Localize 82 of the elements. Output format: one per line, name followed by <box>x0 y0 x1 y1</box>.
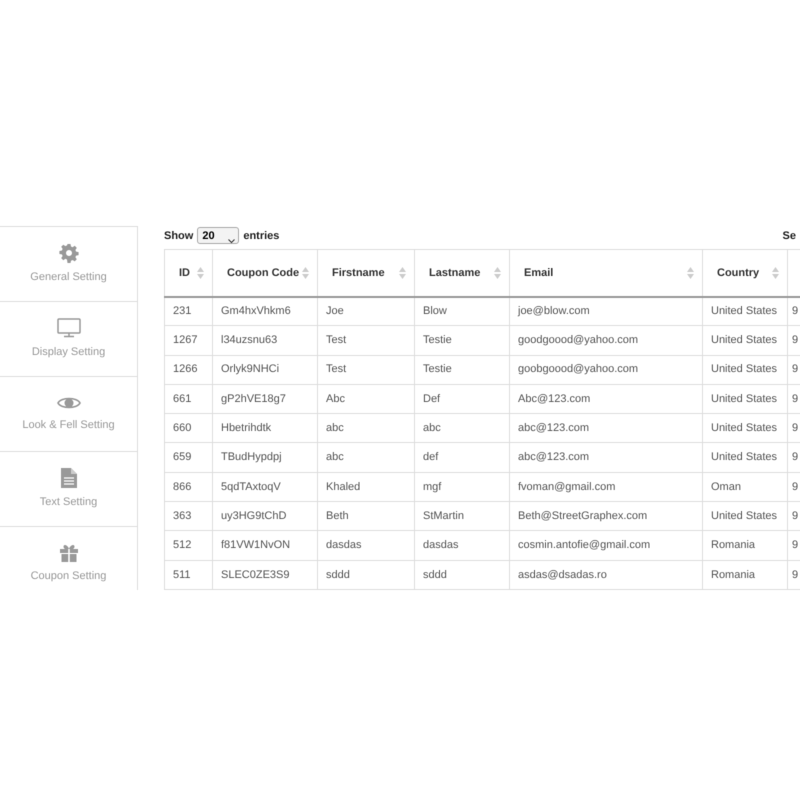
table-cell: fvoman@gmail.com <box>510 472 702 502</box>
column-header[interactable]: ID <box>164 250 212 296</box>
table-cell: abc@123.com <box>510 414 702 443</box>
search-label: Se <box>782 228 796 244</box>
table-cell: dasdas <box>318 530 414 560</box>
table-cell: United States <box>702 414 788 443</box>
table-cell: goobgoood@yahoo.com <box>510 355 702 384</box>
table-cell: asdas@dsadas.ro <box>510 560 702 590</box>
table-cell: 1267 <box>164 326 212 356</box>
table-cell: 5qdTAxtoqV <box>212 472 318 502</box>
table-cell: f81VW1NvON <box>212 530 318 560</box>
column-header[interactable]: Country <box>702 250 788 296</box>
table-cell: abc@123.com <box>510 442 702 472</box>
table-cell: abc <box>414 414 510 443</box>
eye-icon <box>56 394 80 411</box>
monitor-icon <box>56 318 80 338</box>
table-cell: United States <box>702 502 788 531</box>
table-cell: United States <box>702 442 788 472</box>
table-cell: Abc@123.com <box>510 384 702 414</box>
table-cell: Def <box>414 384 510 414</box>
gift-icon <box>58 544 78 562</box>
table-cell: United States <box>702 296 788 326</box>
table-cell: sddd <box>318 560 414 590</box>
table-cell: Romania <box>702 530 788 560</box>
table-cell: abc <box>318 414 414 443</box>
table-cell: Test <box>318 355 414 384</box>
table-cell: Joe <box>318 296 414 326</box>
table-cell: goodgoood@yahoo.com <box>510 326 702 356</box>
table-cell: TBudHypdpj <box>212 442 318 472</box>
column-header[interactable]: Firstname <box>318 250 414 296</box>
table-cell: 511 <box>164 560 212 590</box>
table-cell: Gm4hxVhkm6 <box>212 296 318 326</box>
table-cell: l34uzsnu63 <box>212 326 318 356</box>
table-cell: Beth <box>318 502 414 531</box>
table-cell: sddd <box>414 560 510 590</box>
table-cell: 512 <box>164 530 212 560</box>
sort-icon <box>197 266 204 279</box>
table-cell: Romania <box>702 560 788 590</box>
caret-icon <box>228 238 236 244</box>
entries-select[interactable]: 20 <box>197 227 240 244</box>
table-cell: gP2hVE18g7 <box>212 384 318 414</box>
sort-icon <box>687 266 694 279</box>
table-cell: abc <box>318 442 414 472</box>
table-cell: 661 <box>164 384 212 414</box>
sort-icon <box>399 266 406 279</box>
table-cell: Testie <box>414 326 510 356</box>
table-cell: 866 <box>164 472 212 502</box>
table-cell: 363 <box>164 502 212 531</box>
table-cell: Beth@StreetGraphex.com <box>510 502 702 531</box>
sort-icon <box>772 266 779 279</box>
table-cell: 231 <box>164 296 212 326</box>
table-cell: mgf <box>414 472 510 502</box>
document-icon <box>60 468 76 488</box>
table-cell: def <box>414 442 510 472</box>
entries-label: entries <box>243 228 280 244</box>
table-cell: Hbetrihdtk <box>212 414 318 443</box>
table-cell: United States <box>702 326 788 356</box>
table-cell: SLEC0ZE3S9 <box>212 560 318 590</box>
table-cell: Orlyk9NHCi <box>212 355 318 384</box>
table-cell: 659 <box>164 442 212 472</box>
gear-icon <box>58 242 78 263</box>
column-header[interactable]: Coupon Code <box>212 250 318 296</box>
table-cell: cosmin.antofie@gmail.com <box>510 530 702 560</box>
column-header[interactable]: Lastname <box>414 250 510 296</box>
show-label: Show <box>164 228 194 244</box>
column-header[interactable]: Email <box>510 250 702 296</box>
table-cell: Blow <box>414 296 510 326</box>
table-cell: dasdas <box>414 530 510 560</box>
table-cell: joe@blow.com <box>510 296 702 326</box>
table-cell: United States <box>702 355 788 384</box>
table-cell: Abc <box>318 384 414 414</box>
table-cell: 1266 <box>164 355 212 384</box>
table-cell: Test <box>318 326 414 356</box>
table-cell: Testie <box>414 355 510 384</box>
table-cell: Oman <box>702 472 788 502</box>
sort-icon <box>494 266 501 279</box>
table-cell: StMartin <box>414 502 510 531</box>
sort-icon <box>302 266 309 279</box>
table-cell: United States <box>702 384 788 414</box>
table-cell: 660 <box>164 414 212 443</box>
table-cell: uy3HG9tChD <box>212 502 318 531</box>
table-cell: Khaled <box>318 472 414 502</box>
